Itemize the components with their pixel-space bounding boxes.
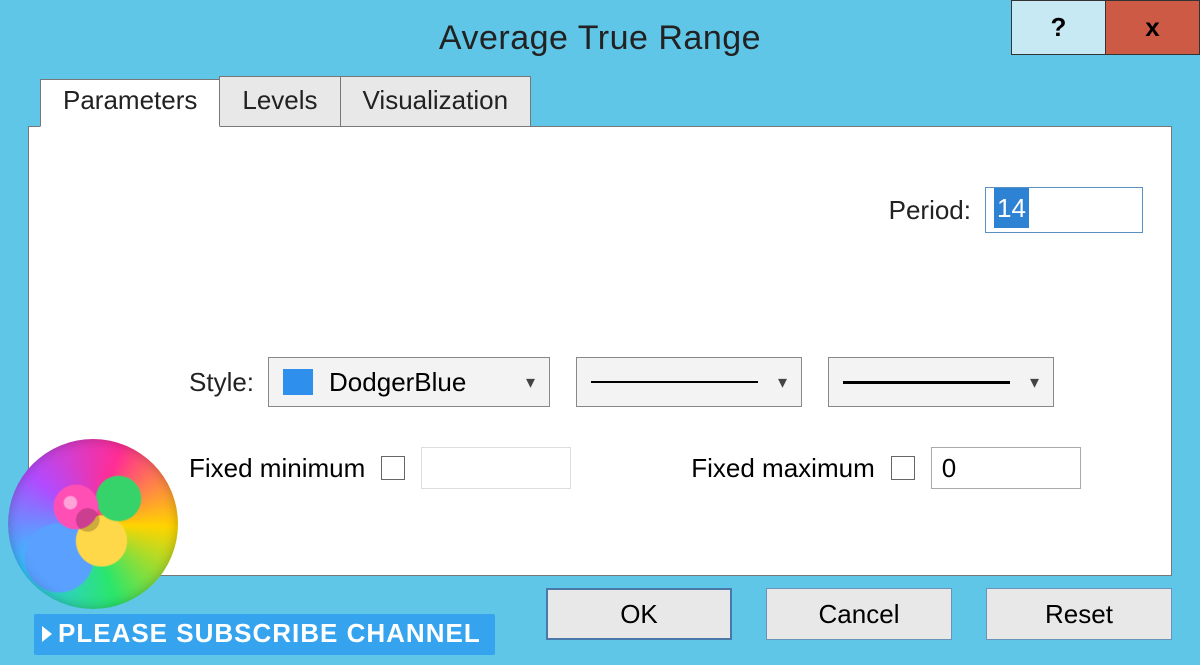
period-row: Period: 14 bbox=[889, 187, 1143, 233]
fixed-min-block: Fixed minimum bbox=[189, 447, 571, 489]
window-title: Average True Range bbox=[439, 19, 761, 58]
color-dropdown[interactable]: DodgerBlue ▾ bbox=[268, 357, 550, 407]
close-button[interactable]: x bbox=[1106, 0, 1200, 54]
help-button[interactable]: ? bbox=[1012, 0, 1106, 54]
chevron-down-icon: ▾ bbox=[778, 372, 787, 393]
window-controls: ? x bbox=[1011, 0, 1200, 55]
fixed-max-label: Fixed maximum bbox=[691, 453, 874, 484]
tab-visualization[interactable]: Visualization bbox=[340, 76, 532, 126]
fixed-min-label: Fixed minimum bbox=[189, 453, 365, 484]
style-row: Style: DodgerBlue ▾ ▾ ▾ bbox=[189, 357, 1054, 407]
play-icon bbox=[42, 626, 52, 642]
subscribe-banner: PLEASE SUBSCRIBE CHANNEL bbox=[34, 614, 495, 655]
cancel-button[interactable]: Cancel bbox=[766, 588, 952, 640]
style-label: Style: bbox=[189, 367, 254, 398]
period-label: Period: bbox=[889, 195, 971, 226]
tab-parameters[interactable]: Parameters bbox=[40, 79, 220, 127]
fixed-min-checkbox[interactable] bbox=[381, 456, 405, 480]
tab-levels[interactable]: Levels bbox=[219, 76, 340, 126]
line-style-sample bbox=[591, 381, 758, 383]
main-area: Parameters Levels Visualization Period: … bbox=[28, 76, 1172, 640]
parameters-panel: Period: 14 Style: DodgerBlue ▾ ▾ ▾ bbox=[28, 126, 1172, 576]
line-width-sample bbox=[843, 381, 1010, 384]
subscribe-text: PLEASE SUBSCRIBE CHANNEL bbox=[58, 618, 481, 649]
fixed-max-input[interactable] bbox=[931, 447, 1081, 489]
reset-button[interactable]: Reset bbox=[986, 588, 1172, 640]
channel-avatar bbox=[8, 439, 178, 609]
color-swatch bbox=[283, 369, 313, 395]
chevron-down-icon: ▾ bbox=[1030, 372, 1039, 393]
chevron-down-icon: ▾ bbox=[526, 372, 535, 393]
fixed-row: Fixed minimum Fixed maximum bbox=[189, 447, 1143, 489]
line-width-dropdown[interactable]: ▾ bbox=[828, 357, 1054, 407]
titlebar: Average True Range ? x bbox=[0, 0, 1200, 76]
tab-strip: Parameters Levels Visualization bbox=[40, 76, 1172, 126]
hashtags-overlay: #EA #ARBITRAGE #STOCK bbox=[155, 518, 462, 544]
fixed-max-checkbox[interactable] bbox=[891, 456, 915, 480]
fixed-max-block: Fixed maximum bbox=[691, 447, 1080, 489]
line-style-dropdown[interactable]: ▾ bbox=[576, 357, 802, 407]
period-input[interactable]: 14 bbox=[985, 187, 1143, 233]
color-name: DodgerBlue bbox=[329, 367, 514, 398]
fixed-min-input[interactable] bbox=[421, 447, 571, 489]
ok-button[interactable]: OK bbox=[546, 588, 732, 640]
